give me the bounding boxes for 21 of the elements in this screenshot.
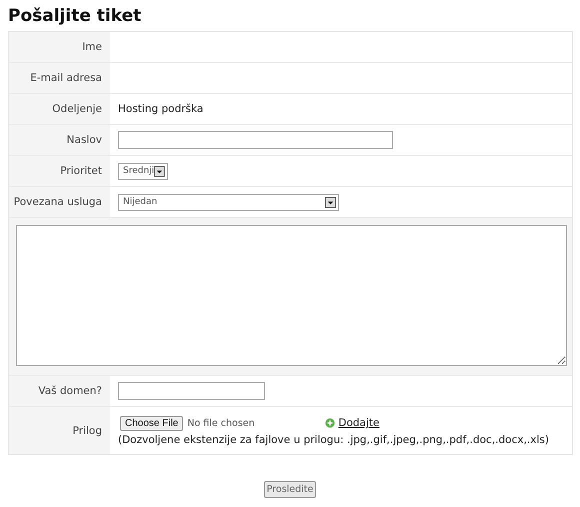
choose-file-button[interactable]: Choose File: [120, 416, 184, 430]
add-link[interactable]: Dodajte: [325, 417, 380, 429]
field-value: Hosting podrška: [118, 103, 204, 115]
field-label: Odeljenje: [52, 103, 102, 115]
field-label: Prioritet: [60, 165, 102, 177]
plus-icon: [325, 418, 336, 428]
field-label: Prilog: [72, 424, 102, 436]
message-field[interactable]: [16, 225, 567, 366]
field-label: Ime: [82, 41, 102, 53]
submit-button[interactable]: Prosledite: [264, 481, 316, 498]
select-field[interactable]: Srednji: [118, 162, 168, 180]
domain-input[interactable]: [118, 382, 265, 400]
select-field[interactable]: Nijedan: [118, 194, 339, 210]
field-label: Vaš domen?: [38, 385, 102, 397]
allowed-extensions-note: (Dozvoljene ekstenzije za fajlove u prilogu: .jpg,.gif,.jpeg,.png,.pdf,.doc,.docx,.xls): [118, 434, 549, 446]
file-status: No file chosen: [187, 418, 256, 428]
page-title: Pošaljite tiket: [8, 5, 142, 28]
field-label: E-mail adresa: [30, 72, 102, 84]
field-label: Povezana usluga: [14, 196, 102, 208]
title-input[interactable]: [118, 131, 393, 149]
field-label: Naslov: [66, 134, 102, 146]
